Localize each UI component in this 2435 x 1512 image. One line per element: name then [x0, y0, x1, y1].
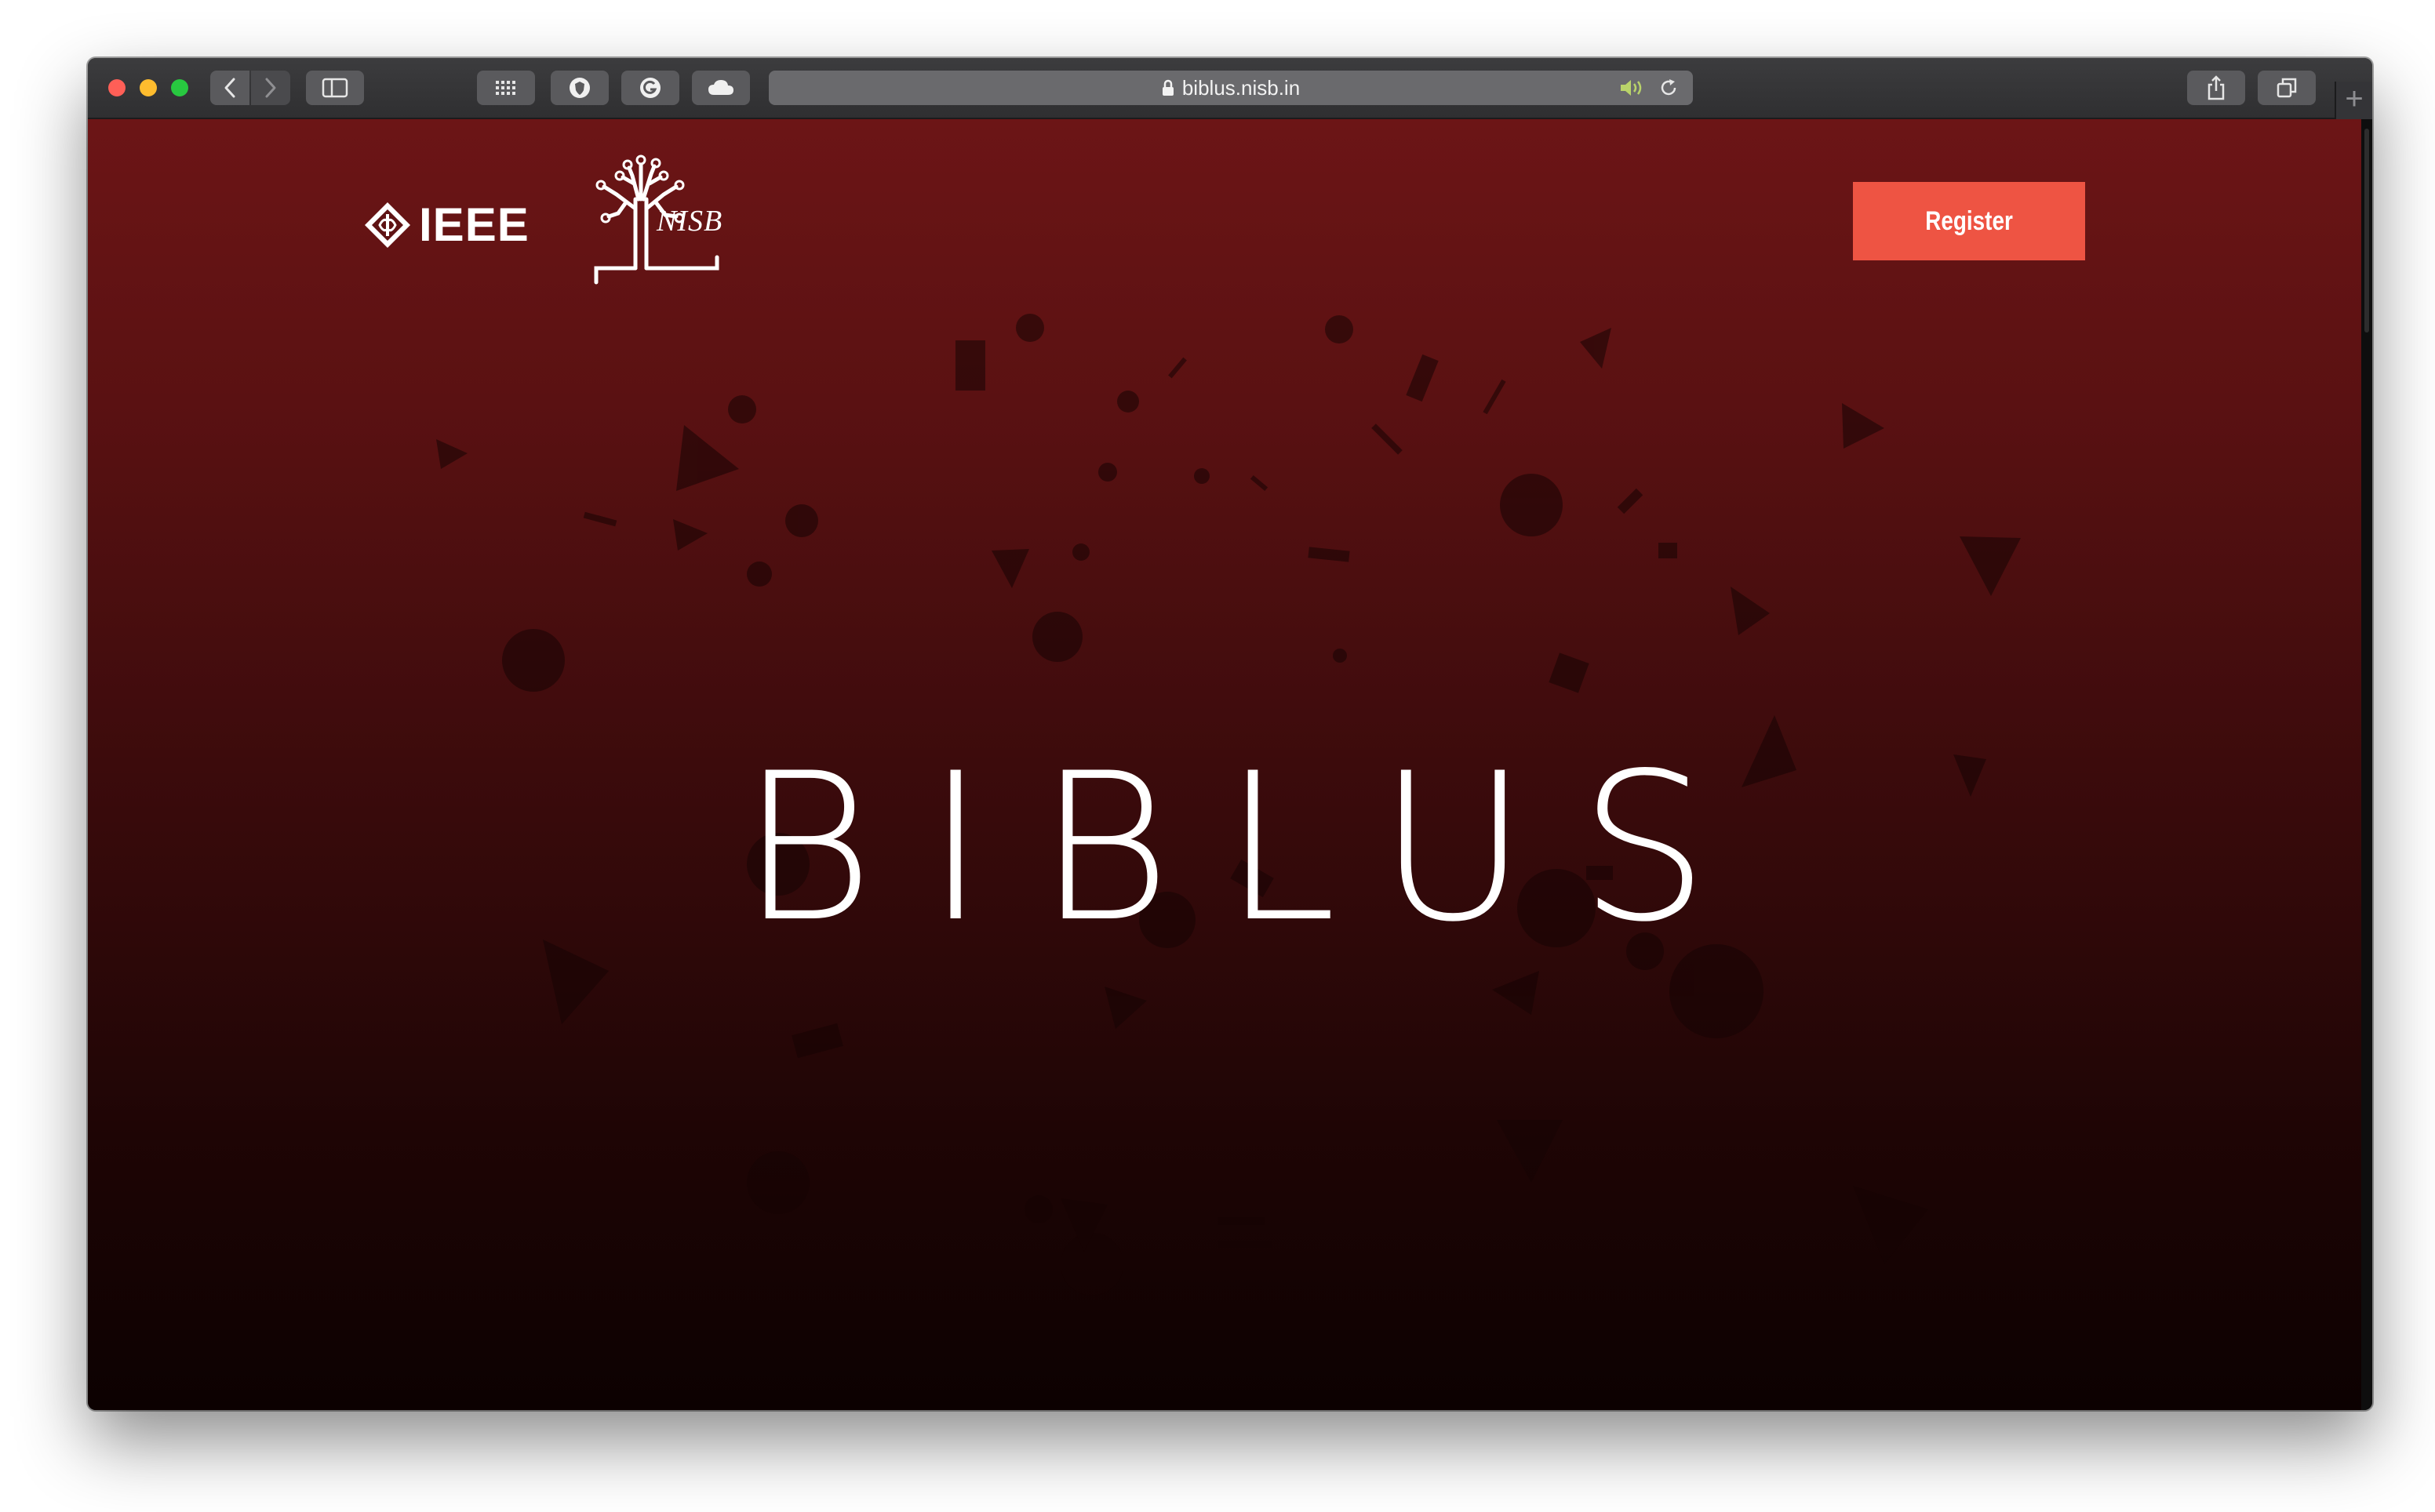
extension-button-1[interactable]	[551, 71, 609, 105]
hero-title: BIBLUS	[740, 730, 1761, 967]
chevron-right-icon	[265, 78, 276, 98]
page-scrollbar[interactable]	[2361, 119, 2372, 1410]
register-button-label: Register	[1925, 205, 2013, 236]
shield-extension-icon	[570, 78, 590, 98]
speaker-icon[interactable]	[1619, 78, 1646, 97]
nisb-logo-text: NISB	[657, 205, 723, 238]
close-window-button[interactable]	[108, 79, 126, 96]
ieee-logo[interactable]: IEEE	[362, 198, 530, 252]
tab-overview-button[interactable]	[2258, 71, 2316, 105]
share-icon	[2208, 75, 2225, 100]
url-text: biblus.nisb.in	[1181, 75, 1301, 100]
chevron-left-icon	[224, 78, 235, 98]
ieee-logo-text: IEEE	[419, 198, 530, 251]
reload-icon[interactable]	[1658, 78, 1679, 98]
lock-icon	[1162, 79, 1174, 96]
browser-window: biblus.nisb.in + IEEE NISB Register BIBL…	[88, 58, 2372, 1410]
minimize-window-button[interactable]	[140, 79, 157, 96]
extension-button-2[interactable]	[621, 71, 679, 105]
extension-button-3[interactable]	[692, 71, 750, 105]
sidebar-icon	[322, 78, 348, 98]
register-button[interactable]: Register	[1853, 182, 2085, 260]
maximize-window-button[interactable]	[171, 79, 188, 96]
address-bar[interactable]: biblus.nisb.in	[769, 71, 1693, 105]
scrollbar-thumb[interactable]	[2364, 129, 2369, 333]
sidebar-toggle-button[interactable]	[306, 71, 364, 105]
ieee-diamond-icon	[365, 202, 410, 248]
top-sites-button[interactable]	[477, 71, 535, 105]
tabs-icon	[2277, 78, 2297, 98]
grammarly-icon	[640, 78, 661, 98]
nisb-logo[interactable]: NISB	[582, 151, 739, 292]
back-button[interactable]	[210, 71, 249, 105]
cloud-icon	[708, 80, 733, 95]
page-content: IEEE NISB Register BIBLUS	[88, 119, 2361, 1410]
grid-icon	[496, 81, 515, 95]
browser-toolbar: biblus.nisb.in +	[88, 58, 2372, 119]
new-tab-button[interactable]: +	[2335, 82, 2372, 119]
share-button[interactable]	[2187, 71, 2245, 105]
forward-button[interactable]	[251, 71, 290, 105]
